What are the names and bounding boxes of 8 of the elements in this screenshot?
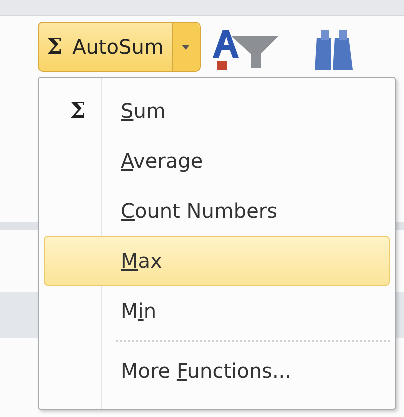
sigma-icon: Σ bbox=[70, 98, 86, 124]
menu-item[interactable]: More Functions... bbox=[44, 346, 390, 396]
menu-item[interactable]: Σ Sum bbox=[44, 86, 390, 136]
menu-item[interactable]: Max bbox=[44, 236, 390, 286]
caret-icon bbox=[182, 44, 190, 50]
menu-item[interactable]: Count Numbers bbox=[44, 186, 390, 236]
menu-item[interactable]: Min bbox=[44, 286, 390, 336]
menu-item[interactable]: Average bbox=[44, 136, 390, 186]
